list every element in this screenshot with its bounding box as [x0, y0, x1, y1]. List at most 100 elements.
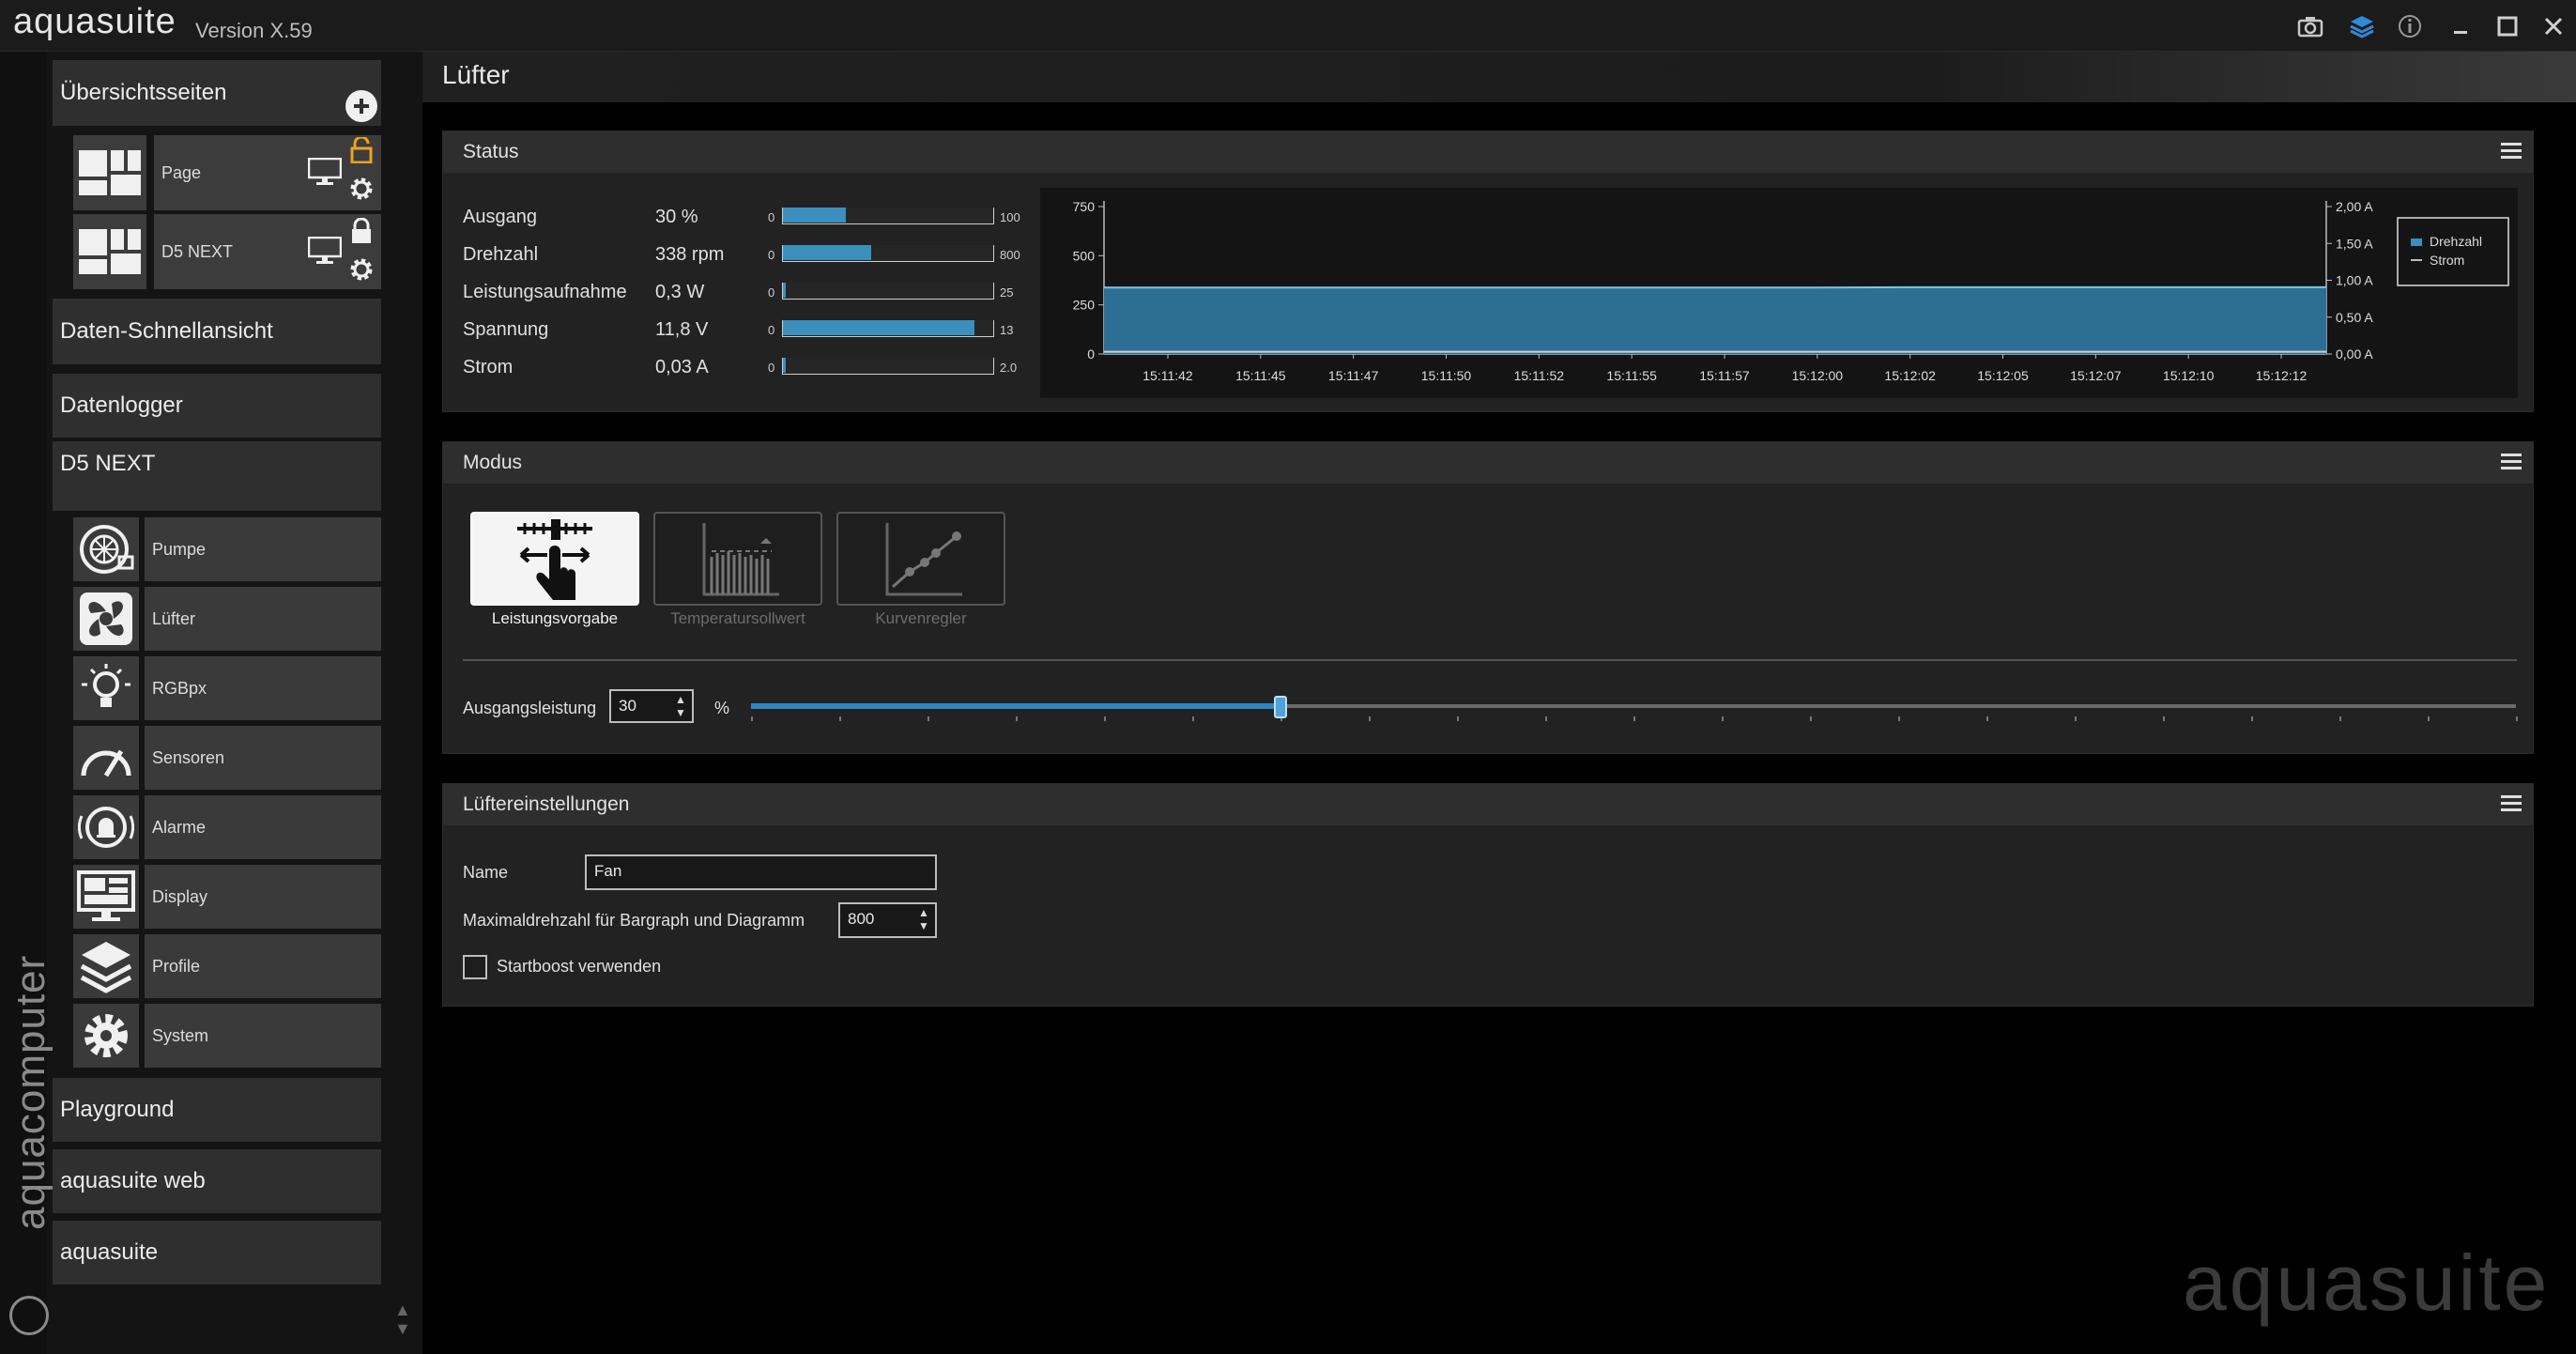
page-settings-gear-icon[interactable] — [347, 255, 376, 288]
output-power-label: Ausgangsleistung — [463, 699, 597, 717]
sidebar-item-alarme[interactable]: Alarme — [73, 795, 381, 859]
panel-menu-icon[interactable] — [2501, 143, 2522, 160]
chart-legend-box — [2397, 217, 2509, 286]
sidebar-quickview[interactable]: Daten-Schnellansicht — [53, 299, 381, 364]
panel-menu-icon[interactable] — [2501, 454, 2522, 470]
sidebar-datalogger[interactable]: Datenlogger — [53, 374, 381, 438]
panel-menu-icon[interactable] — [2501, 795, 2522, 812]
sidebar-scroll-arrows[interactable]: ▲ ▼ — [394, 1300, 411, 1338]
status-row-min: 0 — [768, 248, 775, 262]
slider-tick — [1986, 716, 1988, 721]
max-rpm-spinner[interactable]: ▲ ▼ — [918, 906, 931, 932]
status-row-min: 0 — [768, 285, 775, 300]
sidebar-item-system[interactable]: System — [73, 1004, 381, 1068]
modus-divider — [463, 659, 2517, 661]
sidebar-item-label: System — [152, 1025, 209, 1045]
mode-leistungsvorgabe-button[interactable] — [470, 512, 639, 606]
lightbulb-icon — [73, 656, 139, 720]
slider-thumb[interactable] — [1274, 696, 1287, 718]
sidebar-item-display[interactable]: Display — [73, 865, 381, 929]
modus-panel-title: Modus — [463, 452, 523, 473]
layers-icon[interactable] — [2347, 11, 2377, 41]
output-power-slider[interactable] — [751, 688, 2518, 726]
sidebar-item-profile[interactable]: Profile — [73, 934, 381, 998]
slider-tick — [2428, 716, 2430, 721]
sidebar-page-label: Page — [161, 162, 202, 182]
status-row-bar-fill — [783, 320, 974, 335]
sidebar-playground[interactable]: Playground — [53, 1078, 381, 1142]
status-row-label: Spannung — [463, 319, 549, 340]
chart-left-tick-label: 250 — [1073, 298, 1096, 313]
slider-tick — [1633, 716, 1635, 721]
slider-tick — [1722, 716, 1724, 721]
locked-padlock-icon[interactable] — [349, 217, 374, 249]
sidebar-aquasuite-web-label: aquasuite web — [60, 1168, 206, 1193]
sidebar-item-luefter[interactable]: Lüfter — [73, 587, 381, 651]
sidebar-page-item[interactable]: Page — [73, 135, 381, 210]
status-row-value: 338 rpm — [655, 244, 725, 265]
status-row-bar — [782, 208, 994, 224]
sidebar-playground-label: Playground — [60, 1097, 175, 1122]
sidebar-device-header[interactable]: D5 NEXT — [53, 441, 381, 511]
status-row-min: 0 — [768, 361, 775, 375]
sidebar-item-label: Display — [152, 886, 208, 906]
slider-tick — [1457, 716, 1459, 721]
mode-kurvenregler-button[interactable] — [836, 512, 1005, 606]
chart-x-tick-label: 15:11:42 — [1142, 368, 1193, 383]
info-icon[interactable] — [2395, 11, 2425, 41]
slider-tick — [1545, 716, 1547, 721]
sidebar-aquasuite[interactable]: aquasuite — [53, 1221, 381, 1285]
sidebar-aquasuite-web[interactable]: aquasuite web — [53, 1149, 381, 1213]
chart-right-tick-label: 2,00 A — [2336, 199, 2373, 214]
sidebar-aquasuite-label: aquasuite — [60, 1239, 159, 1265]
slider-tick — [1898, 716, 1900, 721]
slider-tick — [2251, 716, 2253, 721]
sidebar-item-rgbpx[interactable]: RGBpx — [73, 656, 381, 720]
add-page-icon[interactable] — [345, 90, 377, 122]
status-row-bar — [782, 358, 994, 375]
app-name: aquasuite — [13, 2, 176, 41]
status-row-bar-fill — [783, 208, 847, 223]
fan-name-input[interactable]: Fan — [585, 854, 937, 890]
startboost-checkbox[interactable] — [463, 955, 487, 979]
sidebar-overview-header[interactable]: Übersichtsseiten — [53, 60, 381, 126]
sidebar-page-item[interactable]: D5 NEXT — [73, 214, 381, 289]
page-layout-icon — [73, 135, 146, 210]
sidebar-item-label: Alarme — [152, 817, 207, 837]
status-chart: 0 250 500 750 0,00 A 0,50 A 1,00 A 1,50 A 2,00 A… — [1040, 188, 2518, 398]
monitor-icon[interactable] — [307, 157, 343, 191]
display-icon — [73, 865, 139, 929]
page-settings-gear-icon[interactable] — [347, 175, 376, 208]
slider-tick — [928, 716, 929, 721]
slider-tick — [1369, 716, 1371, 721]
sidebar-item-pumpe[interactable]: Pumpe — [73, 517, 381, 581]
status-row-max: 13 — [1000, 323, 1014, 337]
max-rpm-label: Maximaldrehzahl für Bargraph und Diagram… — [463, 911, 805, 930]
fan-settings-panel-title: Lüftereinstellungen — [463, 793, 630, 815]
monitor-icon[interactable] — [307, 236, 343, 269]
unlocked-padlock-icon[interactable] — [349, 135, 374, 168]
output-power-input[interactable]: 30 ▲ ▼ — [609, 689, 694, 723]
close-icon[interactable] — [2538, 11, 2568, 41]
slider-tick — [2339, 716, 2341, 721]
chart-right-tick-label: 0,50 A — [2336, 310, 2373, 325]
maximize-icon[interactable] — [2492, 11, 2522, 41]
fan-settings-panel-header: Lüftereinstellungen — [443, 784, 2533, 825]
chart-legend-swatch-drehzahl — [2411, 238, 2422, 246]
page-title: Lüfter — [442, 60, 510, 89]
max-rpm-input[interactable]: 800 ▲ ▼ — [838, 902, 937, 938]
output-power-spinner[interactable]: ▲ ▼ — [675, 693, 688, 719]
minimize-icon[interactable] — [2446, 11, 2476, 41]
status-row-bar — [782, 320, 994, 337]
camera-icon[interactable] — [2295, 11, 2325, 41]
status-row-bar — [782, 245, 994, 262]
mode-temperatursollwert-button[interactable] — [653, 512, 822, 606]
app-version: Version X.59 — [195, 19, 313, 42]
sidebar-item-sensoren[interactable]: Sensoren — [73, 726, 381, 790]
modus-panel: Modus Leistungsvorgabe Temperatursollwer… — [442, 441, 2534, 754]
status-row-bar-fill — [783, 283, 787, 298]
status-row-max: 100 — [1000, 210, 1020, 224]
sidebar-item-label: Profile — [152, 956, 201, 976]
status-chart-svg: 0 250 500 750 0,00 A 0,50 A 1,00 A 1,50 A 2,00 A… — [1073, 199, 2509, 383]
sidebar-overview-label: Übersichtsseiten — [60, 80, 227, 105]
